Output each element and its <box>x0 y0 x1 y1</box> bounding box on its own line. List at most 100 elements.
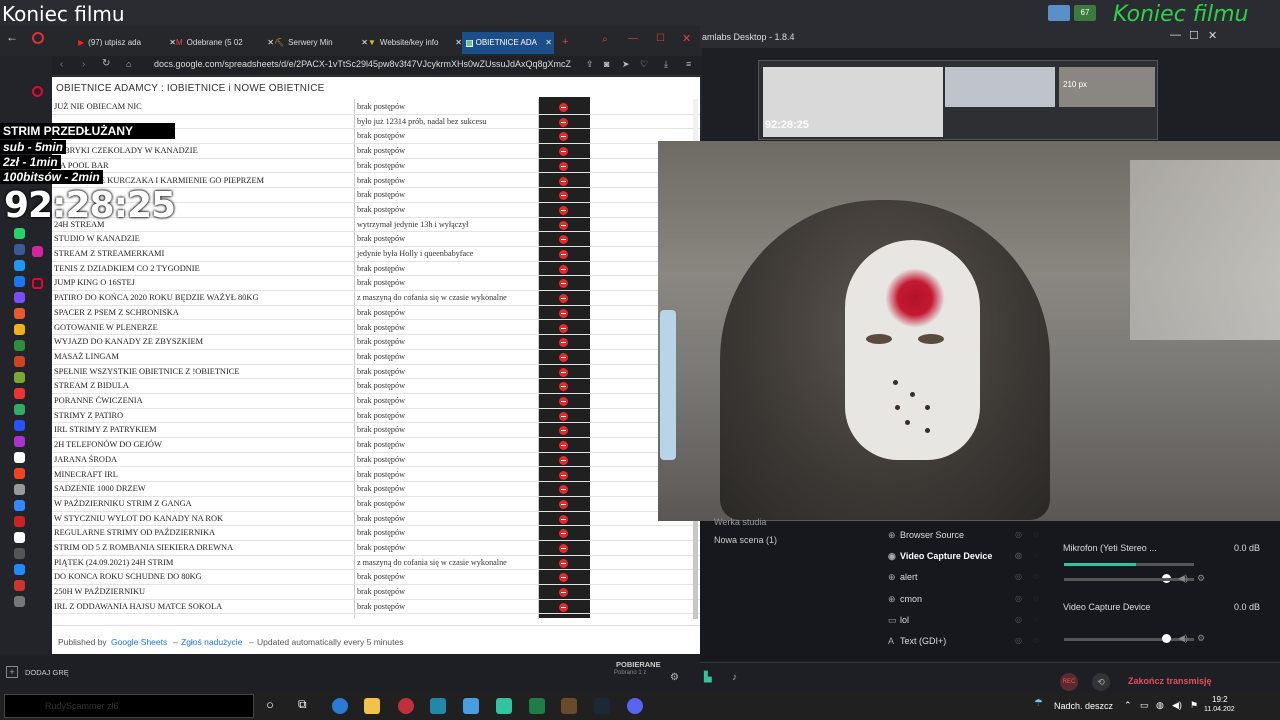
eye-icon[interactable]: ◎ <box>1015 589 1022 609</box>
scene-item[interactable]: Werka studia <box>714 517 766 527</box>
back-arrow-icon[interactable]: ← <box>6 30 18 44</box>
chevron-up-icon[interactable]: ⌃ <box>1124 700 1132 711</box>
url-text[interactable]: docs.google.com/spreadsheets/d/e/2PACX-1… <box>154 59 571 69</box>
tab-gmail[interactable]: M Odebrane (5 02 ✕ <box>176 32 276 54</box>
mixer-volume-track[interactable] <box>1064 578 1194 581</box>
maximize-icon[interactable]: ☐ <box>656 33 665 44</box>
google-sheets-link[interactable]: Google Sheets <box>111 637 167 647</box>
mixer-volume-bar[interactable] <box>1064 563 1194 566</box>
streamlabs-icon[interactable] <box>496 698 512 714</box>
rec-button[interactable]: REC <box>1060 673 1078 691</box>
close-icon[interactable]: ✕ <box>169 32 176 54</box>
eye-icon[interactable]: ◎ <box>1015 610 1022 630</box>
clock-date[interactable]: 11.04.202 <box>1204 706 1235 713</box>
lock-icon[interactable]: ◌ <box>1033 589 1038 609</box>
volume-icon[interactable]: ◀) <box>1172 700 1182 711</box>
sidebar-app-icon[interactable] <box>14 452 25 463</box>
lock-icon[interactable]: ◌ <box>1033 525 1038 545</box>
scene-item[interactable]: Nowa scena (1) <box>714 535 777 545</box>
sidebar-app-icon[interactable] <box>14 276 25 287</box>
camera-icon[interactable]: ◙ <box>604 59 609 69</box>
heart-icon[interactable]: ♡ <box>640 59 648 70</box>
eye-icon[interactable]: ◎ <box>1015 631 1022 651</box>
tab-website[interactable]: ▼ Website/key info ✕ <box>368 32 464 54</box>
taskbar-search[interactable]: RudyScammer zł6 <box>4 694 254 718</box>
replay-icon[interactable]: ⟲ <box>1092 673 1110 691</box>
bell-icon[interactable]: ♪ <box>732 672 737 683</box>
clock-time[interactable]: 19:2 <box>1212 695 1228 704</box>
search-icon[interactable]: ⌕ <box>602 34 608 45</box>
sidebar-app-icon[interactable] <box>14 372 25 383</box>
maximize-icon[interactable]: ☐ <box>1189 29 1199 42</box>
sidebar-app-icon[interactable] <box>14 292 25 303</box>
sidebar-app-icon[interactable] <box>14 356 25 367</box>
clock-icon[interactable] <box>32 278 43 289</box>
cortana-icon[interactable]: ○ <box>266 697 274 712</box>
sidebar-app-icon[interactable] <box>14 388 25 399</box>
source-item[interactable]: ◉ Video Capture Device ◎ ◌ <box>888 546 1046 566</box>
taskbar-app-icon[interactable] <box>463 698 479 714</box>
excel-icon[interactable] <box>529 698 545 714</box>
minecraft-icon[interactable] <box>561 698 577 714</box>
whatsapp-icon[interactable] <box>14 228 25 239</box>
mixer-volume-track[interactable] <box>1064 638 1194 641</box>
sidebar-app-icon[interactable] <box>14 260 25 271</box>
folder-icon[interactable] <box>364 698 380 714</box>
sidebar-app-icon[interactable] <box>14 580 25 591</box>
sidebar-app-icon[interactable] <box>14 404 25 415</box>
mic-icon[interactable]: ◍ <box>1156 700 1164 711</box>
opera-logo-icon[interactable] <box>32 32 44 44</box>
lock-icon[interactable]: ◌ <box>1033 631 1038 651</box>
network-icon[interactable]: ▭ <box>1140 700 1149 711</box>
tab-youtube[interactable]: ▶ (97) utpisz ada ✕ <box>78 32 178 54</box>
weather-text[interactable]: Nadch. deszcz <box>1054 701 1113 711</box>
tray-icon[interactable] <box>1048 5 1070 21</box>
lock-icon[interactable]: ◌ <box>1033 546 1038 566</box>
sidebar-app-icon[interactable] <box>14 308 25 319</box>
send-icon[interactable]: ➤ <box>622 59 630 70</box>
tab-servers[interactable]: ⛏ Serwery Min ✕ <box>274 32 370 54</box>
lock-icon[interactable]: ◌ <box>1033 610 1038 630</box>
end-stream-button[interactable]: Zakończ transmisję <box>1128 676 1212 686</box>
minimize-icon[interactable]: — <box>1170 29 1181 41</box>
sidebar-app-icon[interactable] <box>14 564 25 575</box>
source-item[interactable]: ⊕ alert ◎ ◌ <box>888 567 1046 587</box>
sidebar-app-icon[interactable] <box>14 436 25 447</box>
lock-icon[interactable]: ◌ <box>1033 567 1038 587</box>
source-item[interactable]: ⊕ Browser Source ◎ ◌ <box>888 525 1046 545</box>
gear-icon[interactable]: ⚙ <box>670 672 679 683</box>
sidebar-app-icon[interactable] <box>14 596 25 607</box>
add-icon[interactable]: + <box>6 666 18 678</box>
stream-preview[interactable]: 92:28:25 210 px <box>758 60 1158 140</box>
share-icon[interactable]: ⇪ <box>586 59 594 70</box>
opera-icon[interactable] <box>398 698 414 714</box>
reload-icon[interactable]: ↻ <box>102 58 110 69</box>
close-window-icon[interactable]: ✕ <box>682 32 691 45</box>
eye-icon[interactable]: ◎ <box>1015 546 1022 566</box>
address-bar[interactable]: ‹ › ↻ ⌂ docs.google.com/spreadsheets/d/e… <box>52 56 702 76</box>
sidebar-app-icon[interactable] <box>14 532 25 543</box>
speaker-icon[interactable]: ◀) <box>1178 573 1188 584</box>
instagram-icon[interactable] <box>32 246 43 257</box>
speaker-icon[interactable]: ◀) <box>1178 633 1188 644</box>
new-tab-icon[interactable]: + <box>562 36 568 48</box>
add-game-button[interactable]: DODAJ GRĘ <box>25 668 69 677</box>
source-item[interactable]: ▭ lol ◎ ◌ <box>888 610 1046 630</box>
tab-obietnice[interactable]: ▦ OBIETNICE ADA ✕ <box>462 32 554 54</box>
edge-icon[interactable] <box>332 698 348 714</box>
sidebar-app-icon[interactable] <box>14 340 25 351</box>
home-icon[interactable]: ⌂ <box>126 59 131 69</box>
opera-icon[interactable] <box>32 86 43 97</box>
sidebar-app-icon[interactable] <box>14 324 25 335</box>
close-icon[interactable]: ✕ <box>361 32 368 54</box>
taskbar-app-icon[interactable] <box>430 698 446 714</box>
task-view-icon[interactable]: ⧉ <box>298 697 307 712</box>
gear-icon[interactable]: ⚙ <box>1197 573 1205 584</box>
close-icon[interactable]: ✕ <box>267 32 274 54</box>
sidebar-app-icon[interactable] <box>14 468 25 479</box>
forward-icon[interactable]: › <box>82 59 85 70</box>
stats-icon[interactable]: ▙ <box>704 672 712 683</box>
close-icon[interactable]: ✕ <box>545 32 552 54</box>
sidebar-app-icon[interactable] <box>14 500 25 511</box>
download-icon[interactable]: ⤓ <box>664 59 668 70</box>
